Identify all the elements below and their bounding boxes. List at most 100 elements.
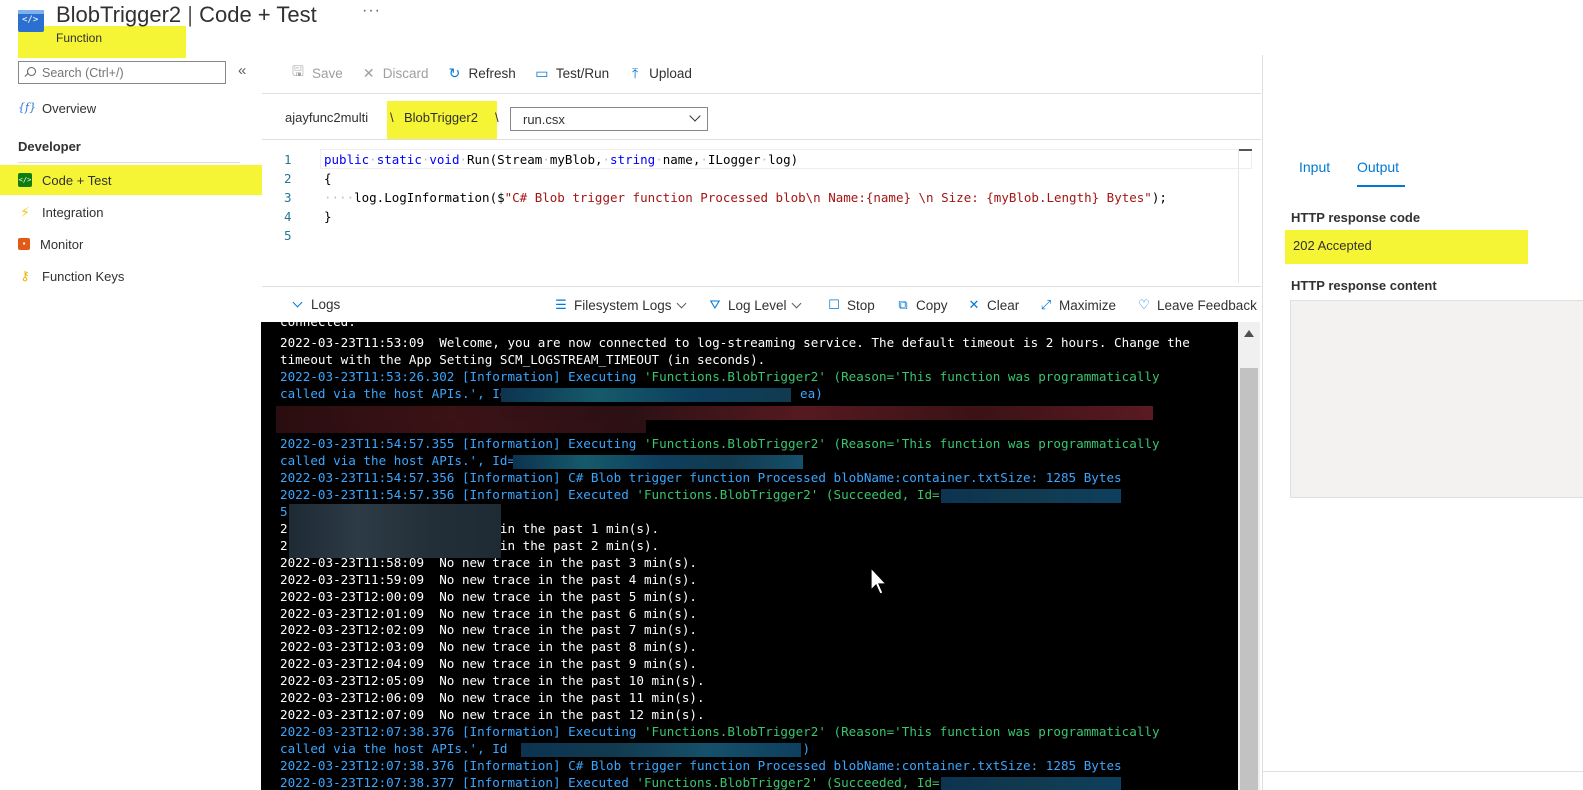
log-text: ea) [800, 386, 823, 401]
save-label: Save [312, 65, 343, 81]
list-icon: ☰ [555, 297, 567, 312]
code-string: "C# Blob trigger function Processed blob… [504, 190, 1152, 205]
logs-toggle-button[interactable]: Logs [292, 297, 340, 312]
upload-icon: ⤒ [632, 64, 639, 81]
upload-label: Upload [649, 65, 692, 81]
clear-label: Clear [987, 297, 1020, 313]
breadcrumb-app[interactable]: ajayfunc2multi [285, 110, 368, 125]
code-line-1: public·static·void·Run(Stream·myBlob,·st… [324, 152, 799, 167]
redacted-region [276, 420, 646, 433]
test-run-label: Test/Run [555, 65, 610, 81]
sidebar-item-code-test[interactable]: </> Code + Test [0, 165, 262, 195]
breadcrumb-divider [262, 139, 1261, 140]
log-line: 2022-03-23T11:54:57.355 [Information] Ex… [280, 436, 1160, 453]
redacted-region [513, 455, 803, 469]
redacted-region [289, 504, 501, 558]
log-line: called via the host APIs.', Id= [280, 453, 515, 470]
stop-icon: ☐ [828, 297, 840, 312]
sidebar-item-monitor[interactable]: ▪ Monitor [0, 229, 262, 259]
filter-icon: ⛛ [709, 297, 721, 312]
save-button[interactable]: 🖫 Save [290, 61, 343, 85]
log-line: 2022-03-23T12:07:38.377 [Information] Ex… [280, 775, 940, 790]
code-token: string [610, 152, 656, 167]
line-number: 4 [284, 209, 292, 224]
log-level-dropdown[interactable]: ⛛ Log Level [708, 297, 802, 313]
function-overview-icon: {f} [18, 101, 37, 114]
response-content-box[interactable] [1290, 300, 1583, 498]
stop-button[interactable]: ☐ Stop [827, 297, 875, 313]
log-text: called via the host APIs.', Id [280, 741, 508, 756]
log-line: timeout with the App Setting SCM_LOGSTRE… [280, 352, 766, 367]
clear-button[interactable]: ✕ Clear [967, 297, 1020, 313]
log-level-label: Log Level [728, 297, 787, 313]
sidebar-item-function-keys[interactable]: ⚷ Function Keys [0, 261, 262, 291]
log-text: 'Functions.BlobTrigger2' (Reason='This f… [643, 724, 1160, 739]
log-text: 2022-03-23T11:53:26.302 [Information] Ex… [280, 369, 644, 384]
sidebar-search[interactable] [18, 61, 226, 84]
log-text: called via the host APIs.', Id= [280, 386, 516, 401]
copy-icon: ⧉ [898, 297, 908, 312]
log-text: 'Functions.BlobTrigger2' (Reason='This f… [643, 369, 1160, 384]
log-line: 2022-03-23T11:53:09 Welcome, you are now… [280, 335, 1190, 350]
scrollbar-thumb[interactable] [1240, 368, 1258, 790]
log-console[interactable]: connected. 2022-03-23T11:53:09 Welcome, … [261, 322, 1238, 790]
page-title-function: BlobTrigger2 [56, 2, 182, 27]
chevron-down-icon [292, 297, 303, 308]
code-line-2: { [324, 171, 332, 186]
response-content-label: HTTP response content [1291, 278, 1437, 293]
sidebar-item-label: Monitor [40, 236, 84, 252]
log-text: 'Functions.BlobTrigger2' (Succeeded, Id= [636, 775, 940, 790]
sidebar-item-overview[interactable]: {f} Overview [0, 93, 262, 123]
maximize-icon: ⤢ [1040, 297, 1052, 312]
log-text: ) [802, 741, 811, 756]
search-icon [25, 67, 36, 78]
sidebar-divider [18, 162, 240, 163]
chevron-down-icon [676, 298, 686, 308]
breadcrumb-function[interactable]: BlobTrigger2 [404, 110, 478, 125]
log-line: 2022-03-23T12:06:09 No new trace in the … [280, 690, 705, 705]
scroll-up-icon[interactable] [1244, 330, 1254, 337]
code-line-3: ····log.LogInformation($"C# Blob trigger… [324, 190, 1167, 205]
code-token: static [376, 152, 422, 167]
panel-divider [1263, 771, 1583, 772]
log-text: 2022-03-23T11:54:57.356 [Information] Ex… [280, 487, 637, 502]
line-number: 5 [284, 228, 292, 243]
log-text: called via the host APIs.', Id= [280, 453, 516, 468]
refresh-button[interactable]: ↻ Refresh [447, 65, 516, 82]
refresh-icon: ↻ [448, 64, 461, 81]
copy-button[interactable]: ⧉ Copy [896, 297, 947, 313]
discard-button[interactable]: ✕ Discard [361, 65, 429, 82]
more-options-button[interactable]: ··· [362, 2, 381, 20]
redacted-region [941, 489, 1121, 503]
file-dropdown[interactable]: run.csx [510, 107, 708, 131]
lightning-icon: ⚡ [20, 204, 30, 220]
sidebar-item-label: Code + Test [42, 172, 112, 188]
console-scrollbar[interactable] [1238, 322, 1260, 790]
log-line: 2022-03-23T12:07:09 No new trace in the … [280, 707, 705, 722]
log-line: 2022-03-23T11:54:57.356 [Information] C#… [280, 470, 1122, 485]
maximize-button[interactable]: ⤢ Maximize [1039, 297, 1116, 313]
sidebar-item-integration[interactable]: ⚡ Integration [0, 197, 262, 227]
leave-feedback-button[interactable]: ♡ Leave Feedback [1137, 297, 1257, 313]
search-input[interactable] [42, 65, 222, 80]
log-line: 2022-03-23T12:02:09 No new trace in the … [280, 622, 698, 637]
log-line: 5 [280, 504, 288, 519]
test-output-panel: Input Output HTTP response code 202 Acce… [1262, 55, 1583, 790]
log-line: 2022-03-23T11:58:09 No new trace in the … [280, 555, 698, 570]
filesystem-logs-dropdown[interactable]: ☰ Filesystem Logs [554, 297, 686, 313]
page-title: BlobTrigger2 | Code + Test [56, 2, 317, 28]
toolbar-divider [262, 93, 1261, 94]
page-title-section: Code + Test [199, 2, 317, 27]
redacted-region [501, 388, 791, 402]
file-dropdown-value: run.csx [523, 112, 565, 127]
log-line: 2022-03-23T12:07:38.376 [Information] C#… [280, 758, 1122, 773]
test-run-button[interactable]: ▭ Test/Run [534, 65, 609, 82]
line-number: 1 [284, 152, 292, 167]
code-token: log.LogInformation($ [354, 190, 505, 205]
code-editor[interactable]: 1 2 3 4 5 public·static·void·Run(Stream·… [262, 146, 1261, 284]
upload-button[interactable]: ⤒ Upload [627, 65, 692, 82]
collapse-sidebar-button[interactable]: « [238, 62, 246, 79]
tab-input[interactable]: Input [1299, 159, 1330, 175]
code-toolbar: 🖫 Save ✕ Discard ↻ Refresh ▭ Test/Run ⤒ … [290, 62, 710, 84]
tab-output[interactable]: Output [1357, 159, 1399, 175]
